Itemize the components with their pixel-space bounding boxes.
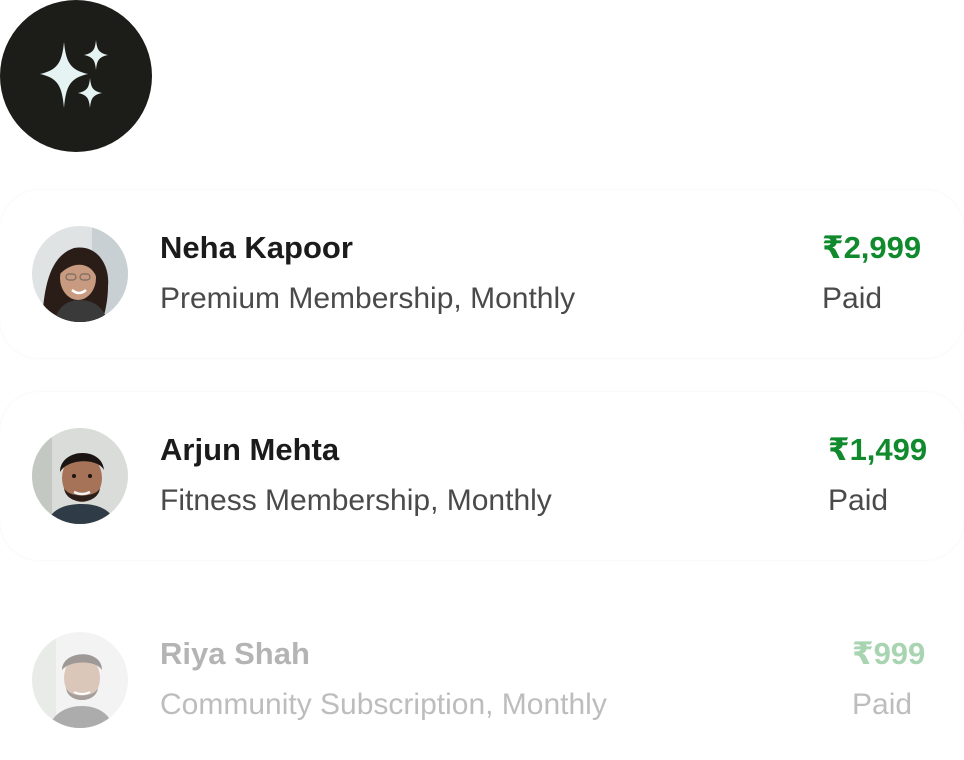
avatar xyxy=(32,428,128,524)
sparkles-icon xyxy=(40,40,108,108)
plan-description: Community Subscription, Monthly xyxy=(160,688,607,721)
payment-status: Paid xyxy=(828,484,889,517)
amount: ₹2,999 xyxy=(822,230,922,265)
logo-badge xyxy=(0,0,152,152)
payment-status: Paid xyxy=(852,688,913,721)
avatar xyxy=(32,226,128,322)
plan-description: Premium Membership, Monthly xyxy=(160,282,576,315)
transaction-card[interactable]: Riya Shah Community Subscription, Monthl… xyxy=(0,596,964,760)
transaction-card[interactable]: Arjun Mehta Fitness Membership, Monthly … xyxy=(0,392,964,560)
amount: ₹999 xyxy=(852,636,926,671)
customer-name: Neha Kapoor xyxy=(160,230,353,265)
transaction-card[interactable]: Neha Kapoor Premium Membership, Monthly … xyxy=(0,190,964,358)
customer-name: Arjun Mehta xyxy=(160,432,340,467)
avatar xyxy=(32,632,128,728)
payment-status: Paid xyxy=(822,282,883,315)
payments-feed: Neha Kapoor Premium Membership, Monthly … xyxy=(0,0,964,760)
customer-name: Riya Shah xyxy=(160,636,310,671)
plan-description: Fitness Membership, Monthly xyxy=(160,484,552,517)
amount: ₹1,499 xyxy=(828,432,928,467)
